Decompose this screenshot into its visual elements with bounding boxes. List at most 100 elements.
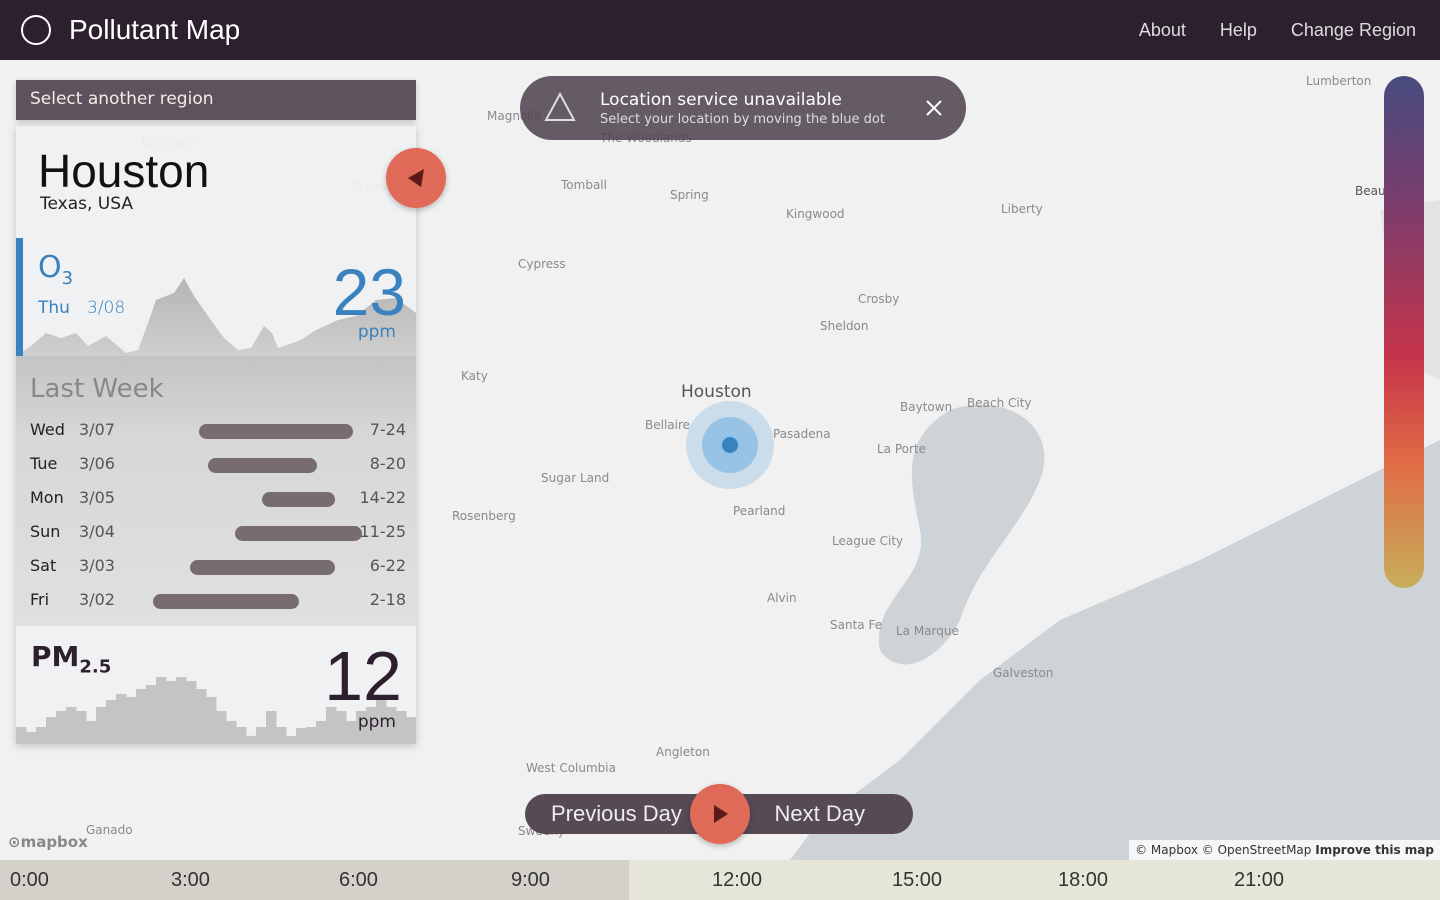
map-place-label: Ganado <box>86 823 133 837</box>
pm25-bar <box>116 694 127 744</box>
pm25-bar <box>406 717 416 744</box>
week-range-bar <box>234 526 363 541</box>
top-bar: Pollutant Map About Help Change Region <box>0 0 1440 60</box>
toast-title: Location service unavailable <box>600 90 842 110</box>
timeline-hour[interactable]: 18:00 <box>1058 869 1108 892</box>
pm25-bar <box>266 711 277 744</box>
week-range-bar <box>198 424 354 439</box>
map-place-label: Angleton <box>656 745 710 759</box>
week-range: 11-25 <box>359 522 407 541</box>
timeline-hour[interactable]: 0:00 <box>10 869 49 892</box>
week-row: Sat 3/03 6-22 <box>30 554 406 578</box>
week-date: 3/06 <box>79 454 115 473</box>
pm25-bar <box>316 721 327 744</box>
map-place-label: Santa Fe <box>830 618 883 632</box>
pm25-bar <box>226 721 237 744</box>
map-attribution: © Mapbox © OpenStreetMap Improve this ma… <box>1129 840 1440 860</box>
map-place-label: Alvin <box>767 591 797 605</box>
map-place-label: Galveston <box>993 666 1054 680</box>
location-toast: Location service unavailable Select your… <box>520 76 966 140</box>
pm25-label-subscript: 2.5 <box>79 656 112 678</box>
week-date: 3/02 <box>79 590 115 609</box>
timeline-hour[interactable]: 3:00 <box>171 869 210 892</box>
pm25-bar <box>176 677 187 744</box>
o3-label: O3 <box>38 250 73 289</box>
pm25-bar <box>246 736 257 744</box>
close-icon[interactable] <box>924 98 944 118</box>
pm25-bar <box>16 727 27 744</box>
pm25-label: PM2.5 <box>31 640 111 678</box>
nav-about[interactable]: About <box>1139 20 1186 41</box>
pm25-bar <box>126 697 137 744</box>
map-place-label: La Porte <box>877 442 927 456</box>
timeline-hour[interactable]: 9:00 <box>511 869 550 892</box>
timeline-hour[interactable]: 15:00 <box>892 869 942 892</box>
week-row: Sun 3/04 11-25 <box>30 520 406 544</box>
next-day-button[interactable]: Next Day <box>775 801 865 827</box>
collapse-panel-button[interactable] <box>386 148 446 208</box>
pm25-bar <box>216 711 227 744</box>
pm25-value: 12 <box>324 637 402 715</box>
last-week-section: Last Week Wed 3/07 7-24 Tue 3/06 8-20 Mon 3/05 1… <box>16 356 416 626</box>
color-scale-legend <box>1384 76 1424 588</box>
mapbox-logo[interactable]: ⊙mapbox <box>8 833 88 851</box>
map-place-label: Sugar Land <box>541 471 610 485</box>
o3-selected-indicator <box>16 238 23 356</box>
map-place-label: Bellaire <box>645 418 691 432</box>
attribution-link[interactable]: © Mapbox © OpenStreetMap <box>1135 843 1311 857</box>
map-place-label: Crosby <box>858 292 900 306</box>
pm25-bar <box>56 711 67 744</box>
week-range: 14-22 <box>359 488 407 507</box>
location-marker[interactable] <box>720 435 740 455</box>
o3-unit: ppm <box>357 322 396 342</box>
pm25-bar <box>206 697 217 744</box>
nav-help[interactable]: Help <box>1220 20 1257 41</box>
logo-circle-icon <box>21 15 51 45</box>
triangle-left-icon <box>408 169 424 187</box>
state-name: Texas, USA <box>40 194 133 214</box>
week-range: 6-22 <box>369 556 406 575</box>
info-panel: Houston Texas, USA O3 Thu 3/08 23 ppm La… <box>16 126 416 744</box>
pm25-bar <box>96 707 107 744</box>
o3-section: O3 Thu 3/08 23 ppm <box>16 238 416 356</box>
map-place-label: Liberty <box>1001 202 1043 216</box>
week-range-bar <box>153 594 299 609</box>
previous-day-button[interactable]: Previous Day <box>551 801 682 827</box>
map-place-label: West Columbia <box>526 761 616 775</box>
week-row: Tue 3/06 8-20 <box>30 452 406 476</box>
map-place-label: La Marque <box>896 624 959 638</box>
pm25-unit: ppm <box>357 712 396 732</box>
timeline-hour[interactable]: 21:00 <box>1234 869 1284 892</box>
timeline-slider[interactable]: 0:00 3:00 6:00 9:00 12:00 15:00 18:00 21:00 <box>0 860 1440 900</box>
last-week-title: Last Week <box>30 374 164 404</box>
pm25-bar <box>236 727 247 744</box>
play-button[interactable] <box>690 784 750 844</box>
improve-map-link[interactable]: Improve this map <box>1315 843 1434 857</box>
pm25-bar <box>76 711 87 744</box>
select-region-button[interactable]: Select another region <box>16 80 416 120</box>
pm25-bar <box>66 707 77 744</box>
nav-change-region[interactable]: Change Region <box>1291 20 1416 41</box>
week-range: 7-24 <box>369 420 406 439</box>
pm25-bar <box>146 685 157 744</box>
pm25-bar <box>196 689 207 744</box>
week-date: 3/05 <box>79 488 115 507</box>
pm25-bar <box>286 736 297 744</box>
timeline-hour[interactable]: 12:00 <box>712 869 762 892</box>
pm25-label-text: PM <box>31 640 80 673</box>
pm25-bar <box>256 727 267 744</box>
pm25-bar <box>136 689 147 744</box>
map-place-label: Lumberton <box>1306 74 1372 88</box>
pm25-section[interactable]: PM2.5 12 ppm <box>16 626 416 744</box>
week-row: Fri 3/02 2-18 <box>30 588 406 612</box>
map-place-label: Sheldon <box>820 319 869 333</box>
week-day: Tue <box>30 454 58 473</box>
map-place-label: Kingwood <box>786 207 845 221</box>
city-name: Houston <box>38 145 210 197</box>
timeline-hour[interactable]: 6:00 <box>339 869 378 892</box>
map-place-label: Spring <box>670 188 709 202</box>
map-place-label: Pearland <box>733 504 786 518</box>
pm25-bar <box>306 727 317 744</box>
week-day: Mon <box>30 488 64 507</box>
pm25-bar <box>276 727 287 744</box>
